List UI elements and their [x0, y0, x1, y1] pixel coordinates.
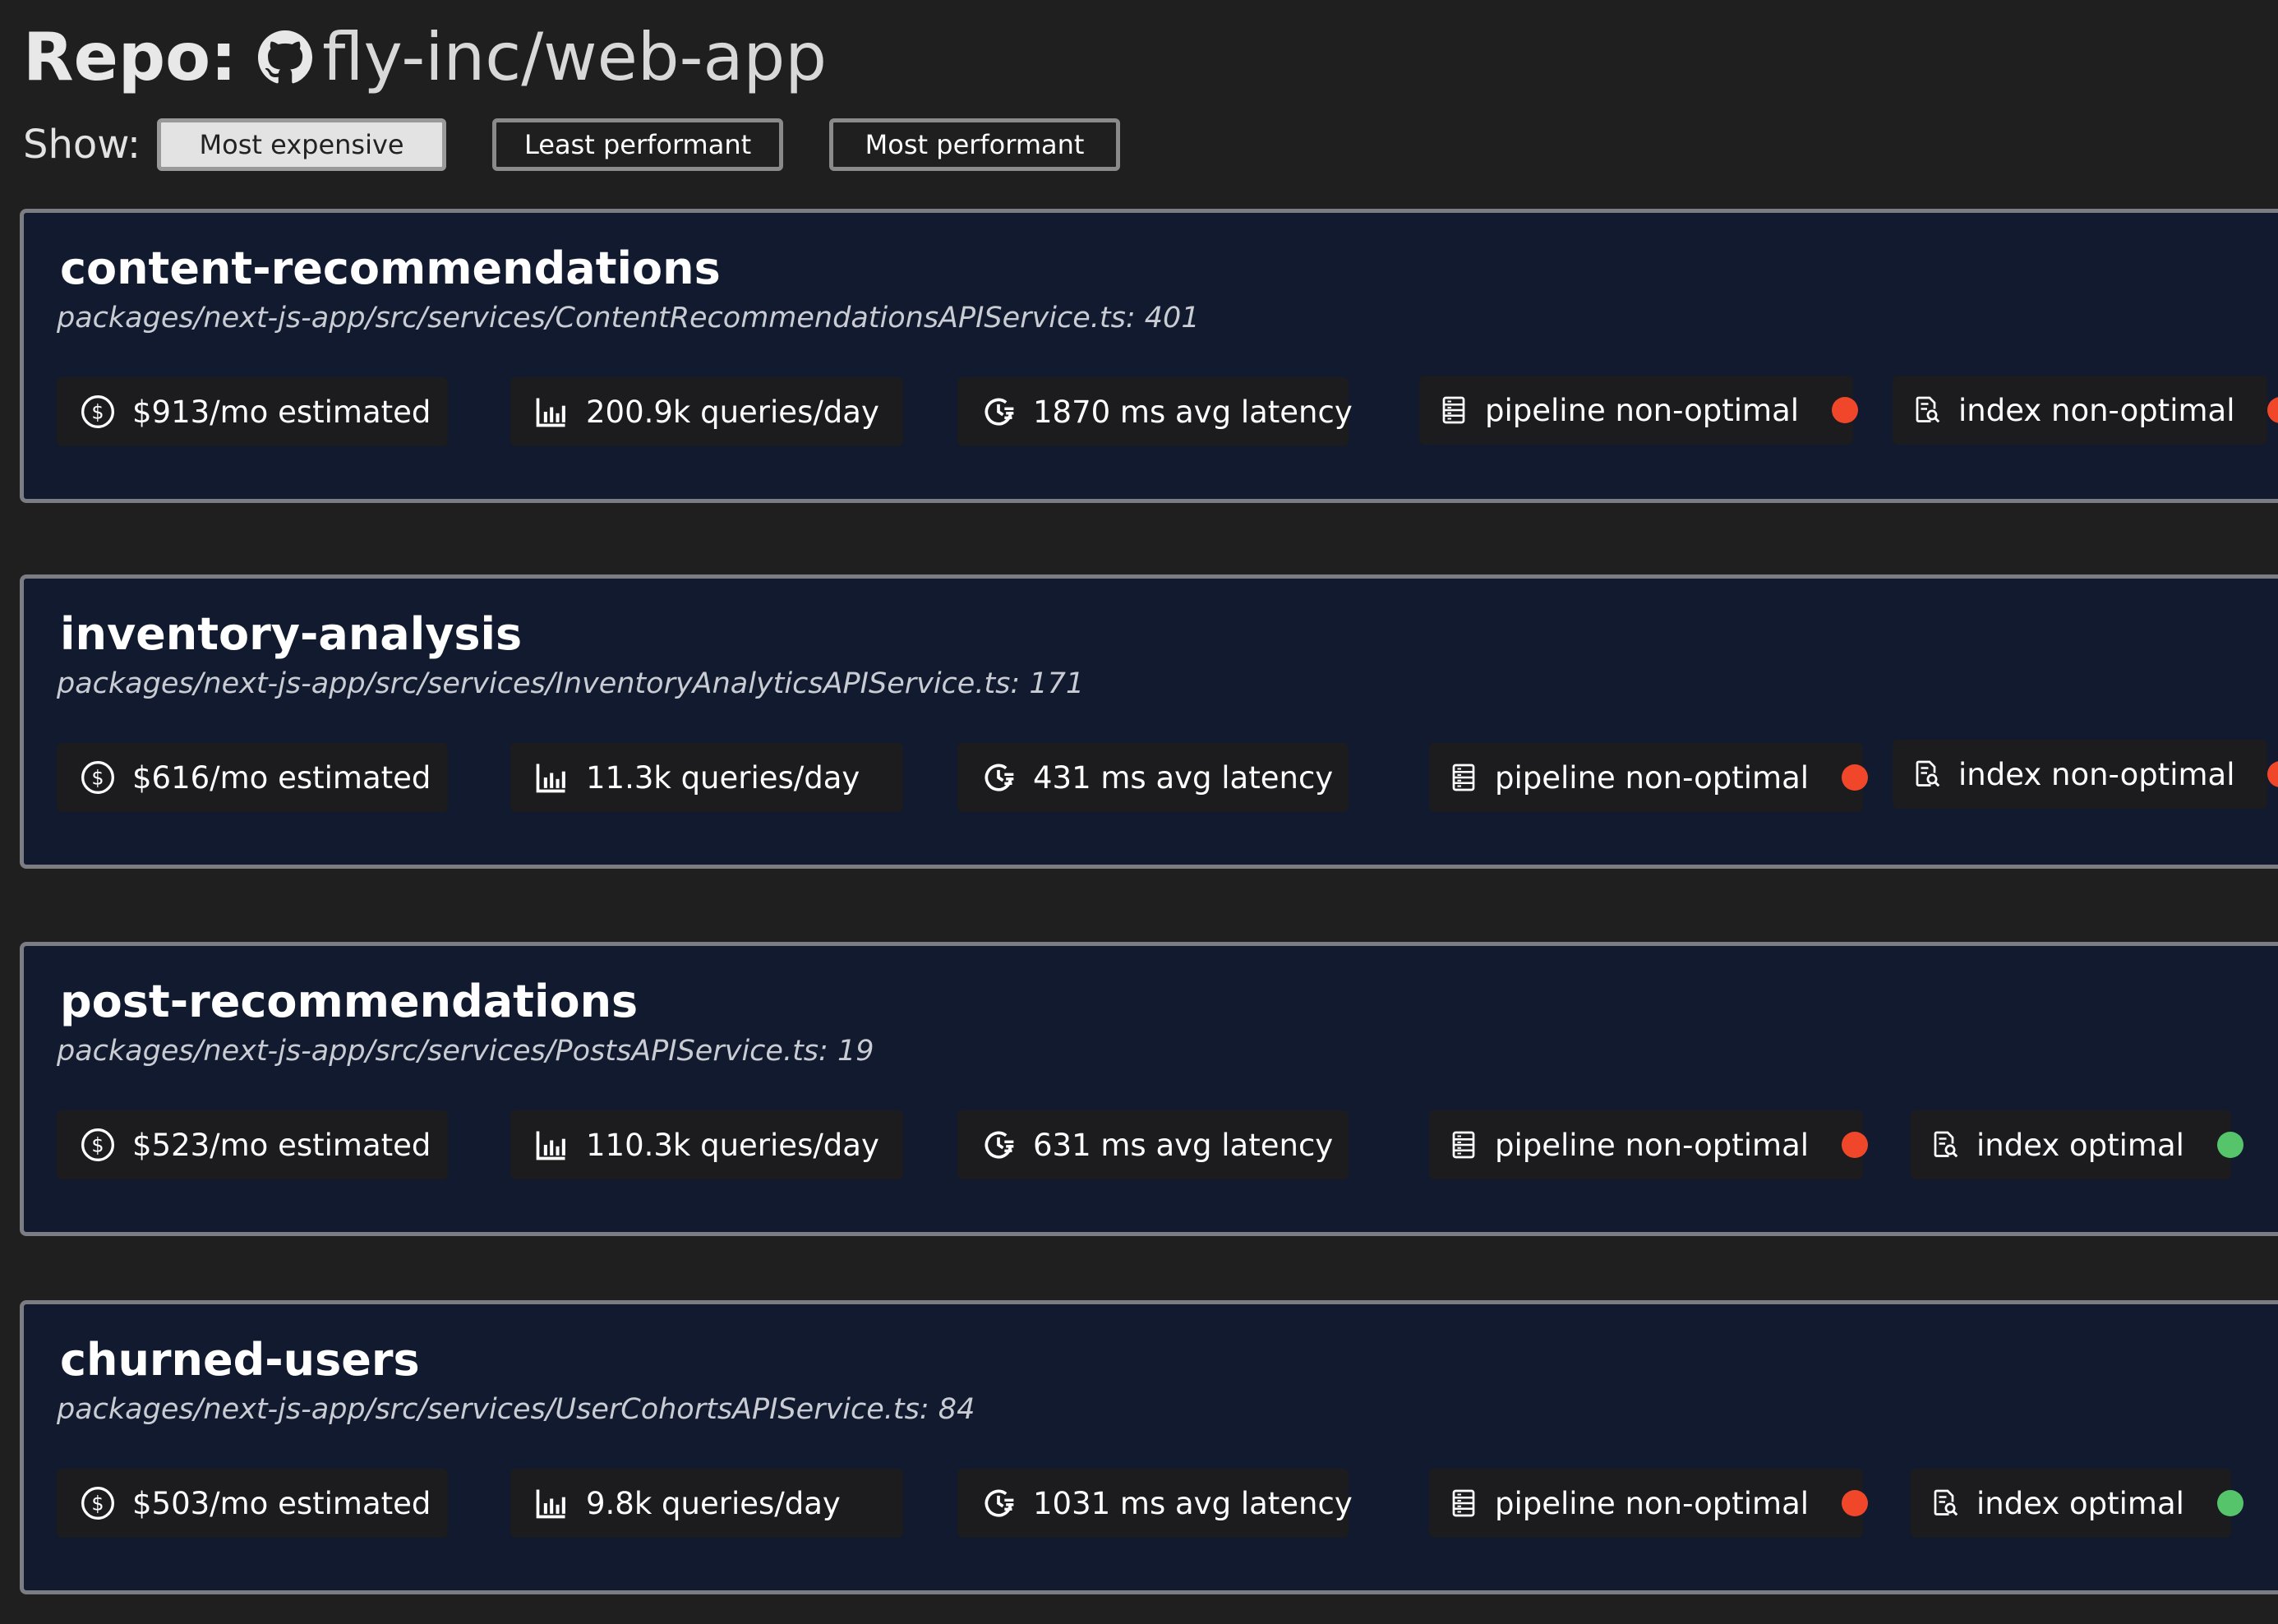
pipeline-list-icon	[1449, 1488, 1478, 1518]
query-source-path[interactable]: packages/next-js-app/src/services/Invent…	[57, 667, 1084, 700]
query-title: inventory-analysis	[60, 608, 523, 660]
pipeline-status-dot	[1842, 764, 1869, 791]
pipeline-status-dot	[1842, 1132, 1869, 1158]
pipeline-list-icon	[1439, 395, 1469, 425]
latency-metric: 1031 ms avg latency	[957, 1469, 1353, 1538]
dollar-circle-icon: $	[80, 759, 116, 796]
latency-value: 431 ms avg latency	[1033, 759, 1334, 796]
query-source-path[interactable]: packages/next-js-app/src/services/UserCo…	[57, 1393, 975, 1426]
pipeline-list-icon	[1449, 763, 1478, 792]
queries-value: 200.9k queries/day	[586, 394, 879, 430]
index-status[interactable]: index optimal	[1911, 1110, 2243, 1179]
clock-speed-icon	[980, 394, 1017, 430]
index-search-icon	[1912, 395, 1942, 425]
bar-chart-icon	[533, 1485, 570, 1521]
index-label: index non-optimal	[1958, 392, 2235, 428]
cost-metric: $ $523/mo estimated	[57, 1110, 448, 1179]
cost-metric: $ $503/mo estimated	[57, 1469, 448, 1538]
index-label: index optimal	[1976, 1127, 2184, 1163]
query-source-path[interactable]: packages/next-js-app/src/services/PostsA…	[57, 1035, 874, 1068]
query-source-path[interactable]: packages/next-js-app/src/services/Conten…	[57, 302, 1200, 334]
index-label: index non-optimal	[1958, 756, 2235, 792]
svg-text:$: $	[91, 1133, 104, 1156]
latency-metric: 1870 ms avg latency	[957, 377, 1353, 446]
clock-speed-icon	[980, 759, 1017, 796]
queries-metric: 110.3k queries/day	[510, 1110, 903, 1179]
filter-least-performant-button[interactable]: Least performant	[492, 118, 784, 171]
index-status-dot	[2216, 1132, 2243, 1158]
query-card[interactable]: inventory-analysis packages/next-js-app/…	[20, 574, 2278, 869]
repo-title: Repo: fly-inc/web-app	[23, 18, 827, 97]
index-status-dot	[2216, 1490, 2243, 1516]
index-status-dot	[2267, 397, 2278, 423]
svg-text:$: $	[91, 1492, 104, 1515]
cost-value: $523/mo estimated	[132, 1127, 431, 1163]
index-status[interactable]: index non-optimal	[1893, 740, 2278, 809]
index-status-dot	[2267, 761, 2278, 787]
query-card[interactable]: post-recommendations packages/next-js-ap…	[20, 942, 2278, 1236]
cost-metric: $ $616/mo estimated	[57, 743, 448, 812]
query-card[interactable]: content-recommendations packages/next-js…	[20, 209, 2278, 503]
page: Repo: fly-inc/web-app Show: Most expensi…	[0, 0, 2278, 1624]
dollar-circle-icon: $	[80, 394, 116, 430]
dollar-circle-icon: $	[80, 1485, 116, 1521]
query-title: content-recommendations	[60, 242, 721, 294]
clock-speed-icon	[980, 1485, 1017, 1521]
bar-chart-icon	[533, 759, 570, 796]
cost-value: $503/mo estimated	[132, 1485, 431, 1521]
queries-metric: 11.3k queries/day	[510, 743, 903, 812]
index-search-icon	[1912, 759, 1942, 789]
bar-chart-icon	[533, 394, 570, 430]
repo-name: fly-inc/web-app	[322, 19, 828, 95]
latency-metric: 631 ms avg latency	[957, 1110, 1349, 1179]
pipeline-status[interactable]: pipeline non-optimal	[1429, 1469, 1869, 1538]
pipeline-status[interactable]: pipeline non-optimal	[1429, 743, 1869, 812]
index-status[interactable]: index non-optimal	[1893, 376, 2278, 445]
dollar-circle-icon: $	[80, 1127, 116, 1163]
pipeline-status[interactable]: pipeline non-optimal	[1419, 376, 1859, 445]
latency-metric: 431 ms avg latency	[957, 743, 1349, 812]
cost-value: $913/mo estimated	[132, 394, 431, 430]
pipeline-status-dot	[1842, 1490, 1869, 1516]
repo-label: Repo:	[23, 19, 237, 95]
queries-metric: 200.9k queries/day	[510, 377, 903, 446]
pipeline-label: pipeline non-optimal	[1495, 759, 1810, 796]
cost-metric: $ $913/mo estimated	[57, 377, 448, 446]
latency-value: 1031 ms avg latency	[1033, 1485, 1353, 1521]
filter-most-expensive-button[interactable]: Most expensive	[157, 118, 447, 171]
queries-value: 11.3k queries/day	[586, 759, 860, 796]
svg-text:$: $	[91, 400, 104, 423]
index-search-icon	[1930, 1130, 1960, 1160]
query-title: churned-users	[60, 1334, 420, 1386]
cost-value: $616/mo estimated	[132, 759, 431, 796]
query-card[interactable]: churned-users packages/next-js-app/src/s…	[20, 1300, 2278, 1594]
pipeline-status[interactable]: pipeline non-optimal	[1429, 1110, 1869, 1179]
pipeline-label: pipeline non-optimal	[1485, 392, 1800, 428]
queries-value: 9.8k queries/day	[586, 1485, 841, 1521]
queries-metric: 9.8k queries/day	[510, 1469, 903, 1538]
svg-text:$: $	[91, 766, 104, 789]
index-status[interactable]: index optimal	[1911, 1469, 2243, 1538]
queries-value: 110.3k queries/day	[586, 1127, 879, 1163]
latency-value: 1870 ms avg latency	[1033, 394, 1353, 430]
github-icon	[258, 30, 313, 85]
bar-chart-icon	[533, 1127, 570, 1163]
pipeline-list-icon	[1449, 1130, 1478, 1160]
index-label: index optimal	[1976, 1485, 2184, 1521]
pipeline-status-dot	[1832, 397, 1859, 423]
index-search-icon	[1930, 1488, 1960, 1518]
pipeline-label: pipeline non-optimal	[1495, 1127, 1810, 1163]
latency-value: 631 ms avg latency	[1033, 1127, 1334, 1163]
filter-most-performant-button[interactable]: Most performant	[829, 118, 1121, 171]
pipeline-label: pipeline non-optimal	[1495, 1485, 1810, 1521]
filter-bar: Show: Most expensive Least performant Mo…	[23, 115, 1121, 174]
query-title: post-recommendations	[60, 976, 639, 1027]
clock-speed-icon	[980, 1127, 1017, 1163]
show-label: Show:	[23, 122, 141, 168]
